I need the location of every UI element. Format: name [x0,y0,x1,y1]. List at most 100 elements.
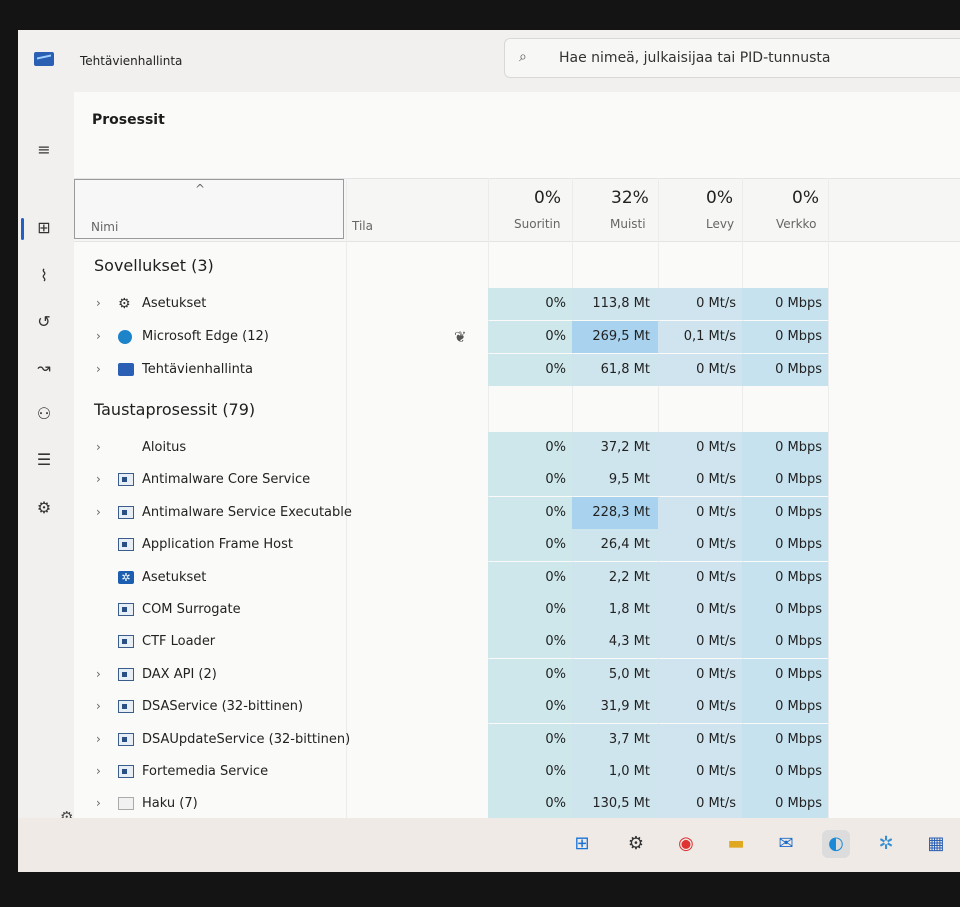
task-manager-taskbar-icon[interactable]: ▦ [922,830,950,858]
disk-column-header[interactable]: Levy [706,217,734,231]
search-input[interactable]: Hae nimeä, julkaisijaa tai PID-tunnusta [559,50,830,66]
expand-chevron-icon[interactable]: › [96,296,101,310]
start-button-icon[interactable]: ⊞ [568,830,596,858]
memory-value: 228,3 Mt [592,504,650,520]
table-row[interactable]: › Aloitus 0% 37,2 Mt 0 Mt/s 0 Mbps [74,432,960,464]
network-value: 0 Mbps [775,699,822,715]
network-value: 0 Mbps [775,329,822,344]
edge-taskbar-icon[interactable]: ◐ [822,830,850,858]
app-history-icon[interactable]: ↺ [32,310,56,334]
process-name: CTF Loader [142,634,216,650]
file-explorer-icon[interactable]: ▬ [722,830,750,858]
control-panel-icon[interactable]: ✲ [872,830,900,858]
settings-taskbar-icon[interactable]: ⚙ [622,830,650,858]
process-name: Asetukset [142,569,207,585]
cpu-value: 0% [545,569,566,585]
process-window-icon [118,667,134,681]
table-row[interactable]: › Fortemedia Service 0% 1,0 Mt 0 Mt/s 0 Mbps [74,756,960,788]
cpu-value: 0% [545,699,566,715]
performance-icon[interactable]: ⌇ [32,264,56,288]
memory-column-header[interactable]: Muisti [610,217,646,231]
table-row[interactable]: Application Frame Host 0% 26,4 Mt 0 Mt/s 0 M… [74,529,960,562]
table-row[interactable]: › DSAUpdateService (32-bittinen) 0% 3,7 Mt 0… [74,723,960,756]
network-value: 0 Mbps [775,569,822,585]
network-value: 0 Mbps [775,731,822,747]
name-column-label: Nimi [91,220,119,234]
disk-value: 0 Mt/s [696,666,736,682]
outlook-icon[interactable]: ✉ [772,830,800,858]
process-window-icon [118,473,134,487]
disk-value: 0,1 Mt/s [683,329,736,344]
expand-chevron-icon[interactable]: › [96,362,101,376]
table-row[interactable]: › DSAService (32-bittinen) 0% 31,9 Mt 0 Mt/s… [74,691,960,724]
memory-value: 269,5 Mt [592,329,650,344]
process-window-icon [118,732,134,746]
cpu-value: 0% [545,329,566,344]
processes-panel: Prosessit ^ Nimi Tila 0% Suoritin 32% Mu… [74,92,960,853]
memory-value: 113,8 Mt [592,296,650,311]
active-indicator [21,218,24,240]
table-row[interactable]: › Haku (7) 0% 130,5 Mt 0 Mt/s 0 Mbps [74,788,960,821]
expand-chevron-icon[interactable]: › [96,329,101,343]
process-window-icon [118,700,134,714]
process-name: Application Frame Host [142,537,294,553]
expand-chevron-icon[interactable]: › [96,472,101,486]
disk-value: 0 Mt/s [696,440,736,455]
cpu-value: 0% [545,666,566,682]
network-value: 0 Mbps [775,537,822,553]
memory-value: 37,2 Mt [600,440,650,455]
status-column-header[interactable]: Tila [352,219,373,233]
sort-ascending-icon: ^ [195,182,206,196]
expand-chevron-icon[interactable]: › [96,440,101,454]
search-icon: ⌕ [519,49,527,65]
process-name: Antimalware Core Service [142,472,311,488]
table-row[interactable]: › Tehtävienhallinta 0% 61,8 Mt 0 Mt/s 0 Mbps [74,354,960,386]
process-window-icon [118,603,134,616]
disk-total: 0% [706,188,733,208]
expand-chevron-icon[interactable]: › [96,764,101,778]
table-row[interactable]: › ⚙ Asetukset 0% 113,8 Mt 0 Mt/s 0 Mbps [74,288,960,320]
details-icon[interactable]: ☰ [32,448,56,472]
cpu-value: 0% [545,296,566,311]
network-value: 0 Mbps [775,666,822,682]
services-icon[interactable]: ⚙ [32,496,56,520]
process-name: Antimalware Service Executable [142,504,352,520]
table-row[interactable]: › Antimalware Core Service 0% 9,5 Mt 0 Mt/s 0… [74,464,960,497]
task-manager-icon [118,363,134,376]
memory-value: 1,0 Mt [608,764,650,779]
cpu-column-header[interactable]: Suoritin [514,217,560,231]
table-row[interactable]: › Antimalware Service Executable 0% 228,3 M… [74,496,960,529]
table-row[interactable]: › Microsoft Edge (12) ❦ 0% 269,5 Mt 0,1 Mt/s 0… [74,321,960,353]
expand-chevron-icon[interactable]: › [96,505,101,519]
hamburger-menu-icon[interactable]: ≡ [32,138,56,162]
disk-value: 0 Mt/s [696,296,736,311]
cpu-value: 0% [545,634,566,650]
network-value: 0 Mbps [775,764,822,779]
table-row[interactable]: CTF Loader 0% 4,3 Mt 0 Mt/s 0 Mbps [74,626,960,659]
edge-icon [118,330,132,344]
network-value: 0 Mbps [775,472,822,488]
efficiency-mode-leaf-icon: ❦ [454,328,467,346]
memory-total: 32% [611,188,649,208]
memory-value: 5,0 Mt [608,666,650,682]
task-manager-icon [34,52,54,66]
process-name: DSAService (32-bittinen) [142,699,304,715]
users-icon[interactable]: ⚇ [32,402,56,426]
process-name: DAX API (2) [142,666,217,682]
startup-apps-icon[interactable]: ↝ [32,356,56,380]
table-row[interactable]: › DAX API (2) 0% 5,0 Mt 0 Mt/s 0 Mbps [74,658,960,691]
search-box[interactable]: ⌕ Hae nimeä, julkaisijaa tai PID-tunnust… [504,38,960,78]
table-row[interactable]: ✲ Asetukset 0% 2,2 Mt 0 Mt/s 0 Mbps [74,561,960,594]
chrome-icon[interactable]: ◉ [672,830,700,858]
network-column-header[interactable]: Verkko [776,217,816,231]
expand-chevron-icon[interactable]: › [96,732,101,746]
memory-value: 1,8 Mt [608,602,650,617]
expand-chevron-icon[interactable]: › [96,796,101,810]
expand-chevron-icon[interactable]: › [96,667,101,681]
disk-value: 0 Mt/s [696,796,736,812]
name-column-header[interactable]: ^ Nimi [74,179,344,239]
expand-chevron-icon[interactable]: › [96,699,101,713]
network-value: 0 Mbps [775,602,822,617]
processes-icon[interactable]: ⊞ [32,216,56,240]
table-row[interactable]: COM Surrogate 0% 1,8 Mt 0 Mt/s 0 Mbps [74,594,960,626]
